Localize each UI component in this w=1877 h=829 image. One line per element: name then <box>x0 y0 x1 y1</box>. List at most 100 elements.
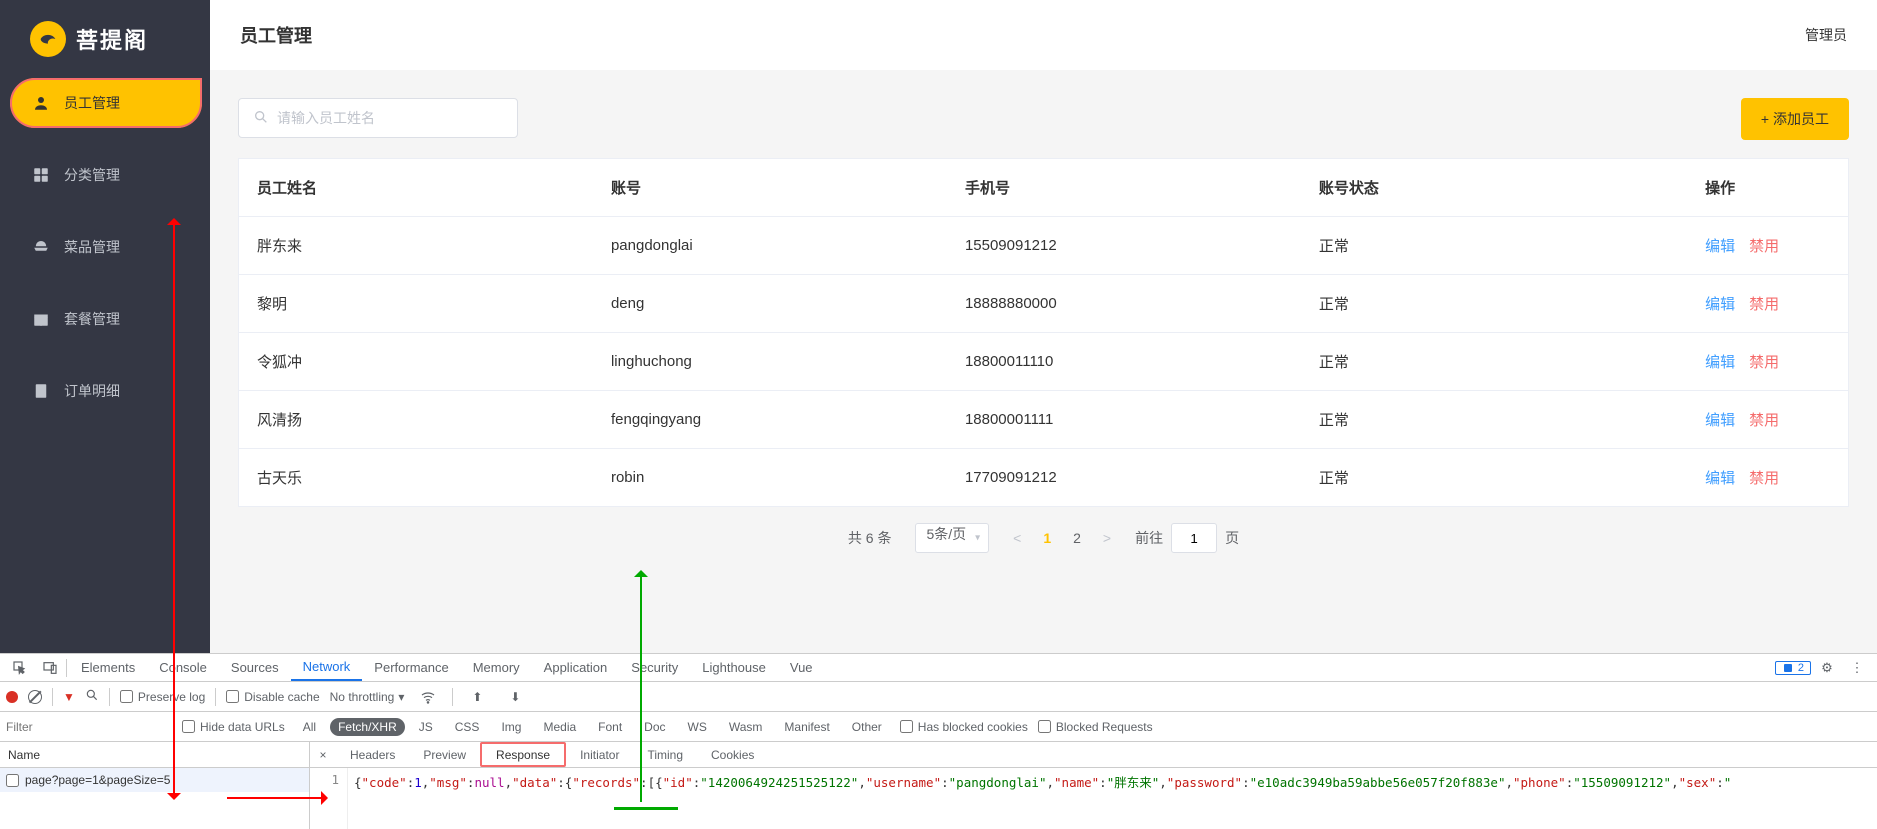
settings-icon[interactable]: ⚙ <box>1813 654 1841 682</box>
devtools-tab-performance[interactable]: Performance <box>362 654 460 681</box>
detail-tab-response[interactable]: Response <box>480 742 566 767</box>
annotation-arrow-red-horizontal <box>227 797 327 799</box>
filter-input[interactable] <box>6 720 172 734</box>
detail-tab-headers[interactable]: Headers <box>336 742 409 767</box>
filter-toggle-icon[interactable]: ▼ <box>63 690 75 704</box>
disable-link[interactable]: 禁用 <box>1749 354 1779 371</box>
devtools-tab-lighthouse[interactable]: Lighthouse <box>690 654 778 681</box>
preserve-log-check[interactable]: Preserve log <box>120 690 205 704</box>
disable-link[interactable]: 禁用 <box>1749 296 1779 313</box>
chevron-down-icon: ▾ <box>398 690 404 704</box>
sidebar-item-employee[interactable]: 员工管理 <box>10 78 202 128</box>
blocked-requests-check[interactable]: Blocked Requests <box>1038 720 1153 734</box>
name-column-header: Name <box>0 742 309 768</box>
detail-tab-cookies[interactable]: Cookies <box>697 742 768 767</box>
hide-data-urls-check[interactable]: Hide data URLs <box>182 720 285 734</box>
type-filter-css[interactable]: CSS <box>447 718 488 736</box>
device-icon[interactable] <box>36 654 64 682</box>
table-row: 风清扬fengqingyang18800001111正常编辑禁用 <box>239 391 1848 449</box>
disable-link[interactable]: 禁用 <box>1749 412 1779 429</box>
close-icon[interactable]: × <box>310 748 336 762</box>
disable-link[interactable]: 禁用 <box>1749 470 1779 487</box>
kebab-icon[interactable]: ⋮ <box>1843 654 1871 682</box>
jump-prefix: 前往 <box>1135 528 1163 548</box>
type-filter-font[interactable]: Font <box>590 718 630 736</box>
add-employee-button[interactable]: + 添加员工 <box>1741 98 1849 140</box>
disable-link[interactable]: 禁用 <box>1749 238 1779 255</box>
cell-status: 正常 <box>1301 449 1687 507</box>
blocked-cookies-check[interactable]: Has blocked cookies <box>900 720 1028 734</box>
type-filter-js[interactable]: JS <box>411 718 441 736</box>
devtools-tab-vue[interactable]: Vue <box>778 654 825 681</box>
sidebar-item-label: 订单明细 <box>64 381 120 401</box>
search-input[interactable] <box>277 110 503 126</box>
type-filter-manifest[interactable]: Manifest <box>776 718 837 736</box>
devtools-tab-elements[interactable]: Elements <box>69 654 147 681</box>
upload-icon[interactable]: ⬆ <box>463 683 491 711</box>
page-size-select[interactable]: 5条/页 <box>915 523 989 553</box>
cell-name: 令狐冲 <box>239 333 593 391</box>
devtools-tab-network[interactable]: Network <box>291 654 363 681</box>
sidebar-item-label: 菜品管理 <box>64 237 120 257</box>
page-2[interactable]: 2 <box>1073 530 1081 546</box>
col-action: 操作 <box>1687 159 1848 217</box>
detail-tab-timing[interactable]: Timing <box>633 742 697 767</box>
request-row[interactable]: page?page=1&pageSize=5 <box>0 768 309 792</box>
request-checkbox[interactable] <box>6 774 19 787</box>
wifi-icon[interactable] <box>414 683 442 711</box>
type-filter-fetchxhr[interactable]: Fetch/XHR <box>330 718 405 736</box>
edit-link[interactable]: 编辑 <box>1705 354 1735 371</box>
page-total: 共 6 条 <box>848 528 892 548</box>
download-icon[interactable]: ⬇ <box>501 683 529 711</box>
cell-name: 风清扬 <box>239 391 593 449</box>
jump-input[interactable] <box>1171 523 1217 553</box>
edit-link[interactable]: 编辑 <box>1705 470 1735 487</box>
devtools-tab-application[interactable]: Application <box>532 654 620 681</box>
annotation-underline-green <box>614 807 678 810</box>
devtools-tab-memory[interactable]: Memory <box>461 654 532 681</box>
type-filter-wasm[interactable]: Wasm <box>721 718 771 736</box>
page-1[interactable]: 1 <box>1043 530 1051 546</box>
dish-icon <box>32 238 50 256</box>
record-icon[interactable] <box>6 691 18 703</box>
cell-name: 黎明 <box>239 275 593 333</box>
type-filter-media[interactable]: Media <box>535 718 584 736</box>
issues-badge[interactable]: 2 <box>1775 661 1811 675</box>
devtools-tab-sources[interactable]: Sources <box>219 654 291 681</box>
admin-link[interactable]: 管理员 <box>1805 25 1847 45</box>
cell-name: 古天乐 <box>239 449 593 507</box>
edit-link[interactable]: 编辑 <box>1705 238 1735 255</box>
clear-icon[interactable] <box>28 690 42 704</box>
header: 员工管理 管理员 <box>210 0 1877 70</box>
cell-phone: 15509091212 <box>947 217 1301 275</box>
sidebar-item-category[interactable]: 分类管理 <box>10 150 202 200</box>
disable-cache-check[interactable]: Disable cache <box>226 690 319 704</box>
table-row: 胖东来pangdonglai15509091212正常编辑禁用 <box>239 217 1848 275</box>
edit-link[interactable]: 编辑 <box>1705 296 1735 313</box>
col-account: 账号 <box>593 159 947 217</box>
type-filter-ws[interactable]: WS <box>680 718 715 736</box>
devtools-tab-console[interactable]: Console <box>147 654 219 681</box>
detail-tab-preview[interactable]: Preview <box>409 742 480 767</box>
search-icon[interactable] <box>85 688 99 705</box>
cell-phone: 18800001111 <box>947 391 1301 449</box>
employee-table: 员工姓名 账号 手机号 账号状态 操作 胖东来pangdonglai155090… <box>238 158 1849 507</box>
cell-account: pangdonglai <box>593 217 947 275</box>
jump-suffix: 页 <box>1225 528 1239 548</box>
next-page-button[interactable]: > <box>1103 530 1111 546</box>
response-json[interactable]: {"code":1,"msg":null,"data":{"records":[… <box>348 768 1877 829</box>
search-box[interactable] <box>238 98 518 138</box>
type-filter-other[interactable]: Other <box>844 718 890 736</box>
detail-tab-initiator[interactable]: Initiator <box>566 742 633 767</box>
devtools-tab-security[interactable]: Security <box>619 654 690 681</box>
type-filter-all[interactable]: All <box>295 718 324 736</box>
page-title: 员工管理 <box>240 22 312 48</box>
prev-page-button[interactable]: < <box>1013 530 1021 546</box>
request-name: page?page=1&pageSize=5 <box>25 773 170 787</box>
throttling-select[interactable]: No throttling▾ <box>330 690 405 704</box>
type-filter-img[interactable]: Img <box>493 718 529 736</box>
cell-status: 正常 <box>1301 275 1687 333</box>
cell-name: 胖东来 <box>239 217 593 275</box>
inspect-icon[interactable] <box>6 654 34 682</box>
edit-link[interactable]: 编辑 <box>1705 412 1735 429</box>
